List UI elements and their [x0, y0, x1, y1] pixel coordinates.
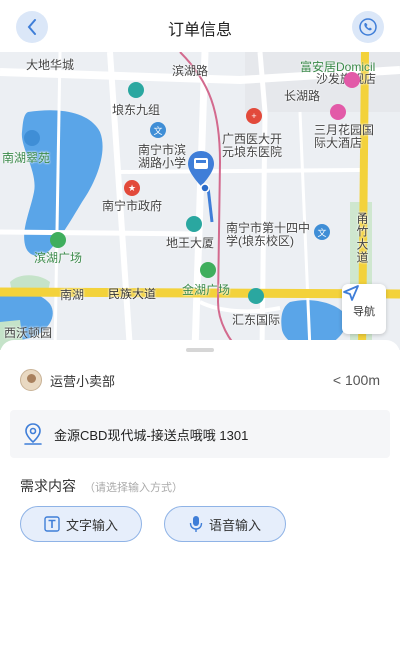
- map-label: 南湖: [60, 288, 85, 302]
- requirement-header: 需求内容 （请选择输入方式）: [20, 476, 183, 496]
- shop-row[interactable]: 运营小卖部 < 100m: [20, 366, 380, 394]
- map-label: 南湖翠苑: [2, 151, 51, 165]
- navigation-button[interactable]: 导航: [342, 284, 386, 334]
- map-label: 南宁市滨 湖路小学: [138, 143, 187, 170]
- shop-name: 运营小卖部: [50, 373, 116, 389]
- map-label: 长湖路: [284, 89, 321, 103]
- microphone-icon: [189, 515, 203, 533]
- map-label: 金湖广场: [182, 283, 231, 297]
- distance-value: < 100m: [332, 372, 380, 388]
- text-input-button[interactable]: 文字输入: [20, 506, 142, 542]
- poi-icon[interactable]: [344, 72, 360, 88]
- text-input-icon: [44, 516, 60, 532]
- map-label: 民族大道: [108, 287, 157, 301]
- order-detail-sheet: 运营小卖部 < 100m 金源CBD现代城-接送点哦哦 1301 需求内容 （请…: [0, 340, 400, 660]
- navigation-label: 导航: [353, 306, 375, 318]
- poi-icon[interactable]: [128, 82, 144, 98]
- poi-icon[interactable]: [186, 216, 202, 232]
- requirement-hint: （请选择输入方式）: [84, 482, 183, 494]
- poi-icon[interactable]: [330, 104, 346, 120]
- voice-input-label: 语音输入: [208, 517, 261, 533]
- top-bar: 订单信息: [0, 0, 400, 52]
- map-label: 甬竹大道: [355, 212, 369, 264]
- avatar: [20, 369, 42, 391]
- location-icon: [24, 423, 42, 445]
- map-graphics: [0, 52, 400, 350]
- navigate-arrow-icon: [343, 285, 359, 301]
- poi-icon[interactable]: [248, 288, 264, 304]
- map-label: 南宁市政府: [102, 199, 163, 213]
- map-label: 大地华城: [26, 58, 75, 72]
- requirement-label: 需求内容: [20, 478, 76, 494]
- map-label: 滨湖广场: [34, 251, 83, 265]
- phone-icon: [359, 18, 377, 36]
- page-title: 订单信息: [167, 22, 232, 39]
- map-label: 滨湖路: [172, 64, 209, 78]
- text-input-label: 文字输入: [65, 517, 118, 533]
- map-label: 汇东国际: [232, 313, 281, 327]
- map-view[interactable]: 大地华城 滨湖路 富安居Domicil 沙发旗舰店 长湖路 埌东九组 广西医大开…: [0, 52, 400, 350]
- drag-handle[interactable]: [186, 348, 214, 352]
- poi-icon[interactable]: [24, 130, 40, 146]
- park-icon[interactable]: [200, 262, 216, 278]
- map-label: 地王大厦: [166, 236, 215, 250]
- voice-input-button[interactable]: 语音输入: [164, 506, 286, 542]
- hospital-icon[interactable]: +: [246, 108, 262, 124]
- map-label: 三月花园国 际大酒店: [314, 123, 375, 150]
- government-icon[interactable]: ★: [124, 180, 140, 196]
- map-label: 广西医大开 元埌东医院: [222, 132, 283, 159]
- map-label: 西沃顿园: [4, 326, 53, 340]
- call-button[interactable]: [352, 11, 384, 43]
- address-text: 金源CBD现代城-接送点哦哦 1301: [54, 427, 249, 443]
- address-box: 金源CBD现代城-接送点哦哦 1301: [10, 410, 390, 458]
- school-icon[interactable]: 文: [314, 224, 330, 240]
- location-pin-icon: [188, 151, 214, 192]
- map-label: 南宁市第十四中 学(埌东校区): [226, 221, 311, 248]
- park-icon[interactable]: [50, 232, 66, 248]
- poi-icon[interactable]: 文: [150, 122, 166, 138]
- map-label: 埌东九组: [112, 103, 161, 117]
